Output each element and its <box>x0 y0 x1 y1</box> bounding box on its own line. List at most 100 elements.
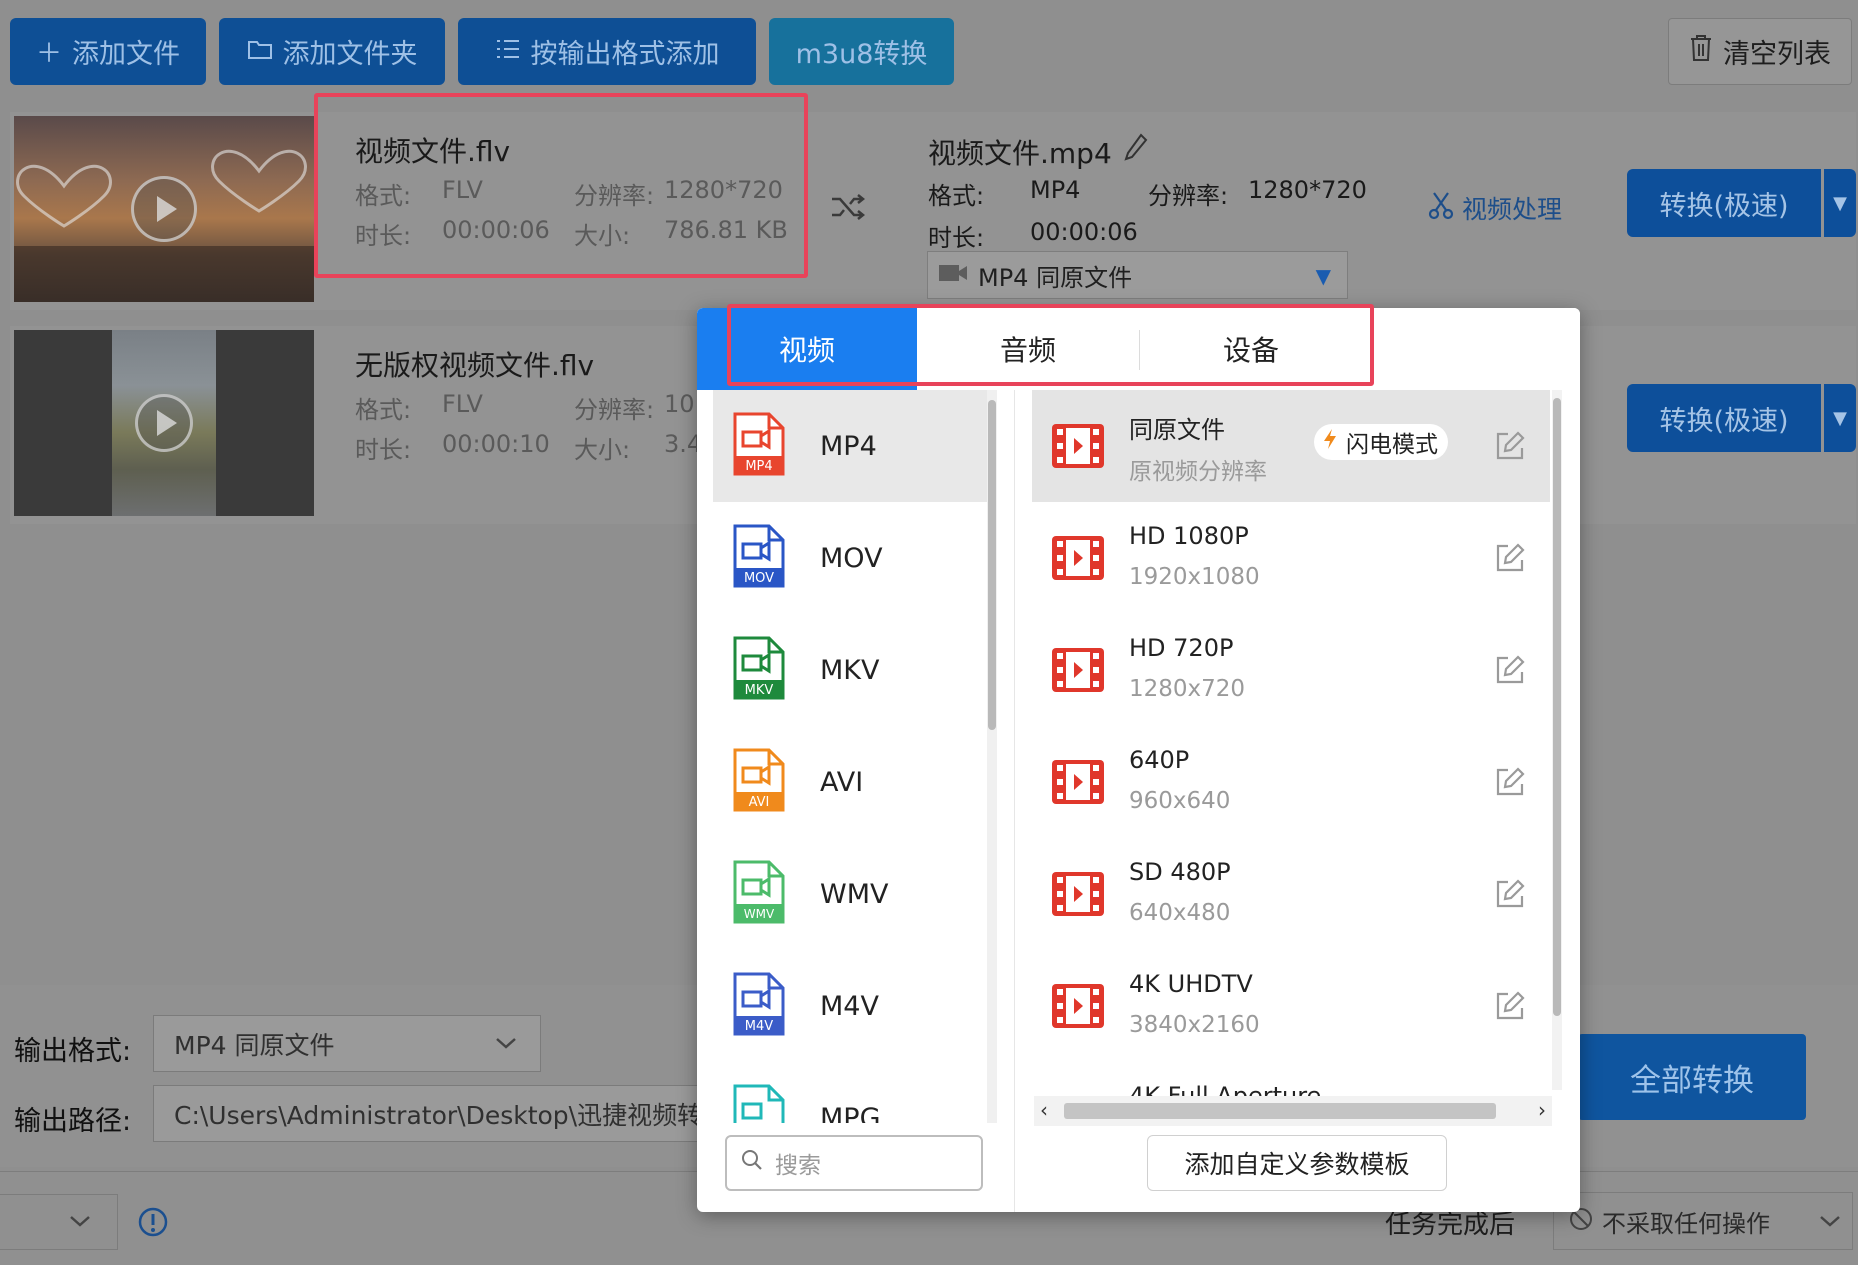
play-icon[interactable] <box>135 394 193 452</box>
play-icon[interactable] <box>131 176 197 242</box>
add-custom-template-button[interactable]: 添加自定义参数模板 <box>1147 1135 1447 1191</box>
scrollbar-thumb[interactable] <box>988 400 996 730</box>
preset-item[interactable]: 同原文件 原视频分辨率 闪电模式 <box>1032 390 1550 502</box>
file-name: 无版权视频文件.flv <box>355 349 595 382</box>
scroll-right-icon[interactable]: › <box>1538 1098 1546 1122</box>
format-item-m4v[interactable]: M4V M4V <box>713 950 987 1062</box>
video-process-button[interactable]: 视频处理 <box>1428 190 1562 226</box>
preset-item[interactable]: HD 1080P 1920x1080 <box>1032 502 1550 614</box>
add-folder-button[interactable]: 添加文件夹 <box>219 18 445 85</box>
highlight-format-tabs <box>727 304 1374 386</box>
preset-item[interactable]: HD 720P 1280x720 <box>1032 614 1550 726</box>
add-by-format-label: 按输出格式添加 <box>530 39 720 70</box>
add-file-button[interactable]: ＋ 添加文件 <box>10 18 206 85</box>
scroll-left-icon[interactable]: ‹ <box>1040 1098 1048 1122</box>
film-icon <box>1052 984 1104 1028</box>
output-preset-select[interactable]: MP4 同原文件 ▼ <box>927 251 1348 299</box>
preset-subtitle: 1920x1080 <box>1129 564 1260 590</box>
add-file-label: 添加文件 <box>72 39 180 70</box>
scissors-icon <box>1428 190 1454 226</box>
convert-button[interactable]: 转换(极速) <box>1627 169 1821 237</box>
preset-subtitle: 640x480 <box>1129 900 1231 926</box>
format-label: MPG <box>820 1102 881 1124</box>
caret-down-icon: ▼ <box>1833 407 1847 429</box>
add-by-format-button[interactable]: 按输出格式添加 <box>458 18 756 85</box>
format-list: MP4 MP4 MOV MOV MKV MKV AVI AVI WMV WMV … <box>713 390 987 1123</box>
after-task-value: 不采取任何操作 <box>1602 1209 1770 1238</box>
preset-item[interactable]: 4K UHDTV 3840x2160 <box>1032 950 1550 1062</box>
caret-down-icon: ▼ <box>1833 192 1847 214</box>
output-path-label: 输出路径: <box>14 1106 132 1137</box>
output-resolution-value: 1280*720 <box>1248 176 1367 204</box>
video-process-label: 视频处理 <box>1462 195 1563 224</box>
format-search-input[interactable]: 搜索 <box>725 1135 983 1191</box>
mkv-file-icon: MKV <box>733 636 785 700</box>
edit-icon[interactable] <box>1494 430 1526 462</box>
preset-title: HD 720P <box>1129 634 1234 662</box>
format-popup: 视频 音频 设备 MP4 MP4 MOV MOV MKV MKV AVI AVI… <box>697 308 1580 1212</box>
convert-label: 转换(极速) <box>1659 190 1789 222</box>
edit-name-icon[interactable] <box>1123 132 1149 166</box>
video-thumbnail[interactable] <box>14 330 314 516</box>
output-format-select[interactable]: MP4 同原文件 <box>153 1015 541 1072</box>
output-path-value: C:\Users\Administrator\Desktop\迅捷视频转换 <box>174 1100 713 1130</box>
scrollbar-thumb[interactable] <box>1064 1103 1496 1119</box>
film-icon <box>1052 760 1104 804</box>
convert-dropdown-button[interactable]: ▼ <box>1824 384 1856 452</box>
avi-badge-text: AVI <box>749 795 770 810</box>
preset-subtitle: 原视频分辨率 <box>1129 459 1267 485</box>
left-dropdown[interactable] <box>0 1194 118 1250</box>
preset-item[interactable]: SD 480P 640x480 <box>1032 838 1550 950</box>
plus-icon: ＋ <box>35 39 62 69</box>
convert-all-button[interactable]: 全部转换 <box>1578 1034 1806 1120</box>
info-icon[interactable] <box>137 1206 169 1242</box>
convert-button[interactable]: 转换(极速) <box>1627 384 1821 452</box>
caret-down-icon: ▼ <box>1315 264 1331 288</box>
edit-icon[interactable] <box>1494 654 1526 686</box>
preset-horizontal-scrollbar[interactable]: ‹ › <box>1034 1096 1552 1126</box>
format-item-mpg[interactable]: MPG <box>713 1062 987 1123</box>
scrollbar-thumb[interactable] <box>1553 398 1561 1016</box>
m4v-file-icon: M4V <box>733 972 785 1036</box>
preset-item[interactable]: 640P 960x640 <box>1032 726 1550 838</box>
format-item-avi[interactable]: AVI AVI <box>713 726 987 838</box>
clear-list-label: 清空列表 <box>1723 39 1831 70</box>
video-thumbnail[interactable] <box>14 116 314 302</box>
edit-icon[interactable] <box>1494 990 1526 1022</box>
convert-dropdown-button[interactable]: ▼ <box>1824 169 1856 237</box>
edit-icon[interactable] <box>1494 542 1526 574</box>
shuffle-icon <box>830 192 866 226</box>
search-icon <box>741 1149 763 1177</box>
preset-title: 640P <box>1129 746 1190 774</box>
format-label: M4V <box>820 990 879 1022</box>
mpg-file-icon <box>733 1084 785 1123</box>
edit-icon[interactable] <box>1494 878 1526 910</box>
mp4-badge-text: MP4 <box>745 459 772 474</box>
m3u8-label: m3u8转换 <box>795 39 928 70</box>
preset-title: HD 1080P <box>1129 522 1249 550</box>
add-folder-label: 添加文件夹 <box>282 39 418 70</box>
format-item-mov[interactable]: MOV MOV <box>713 502 987 614</box>
mkv-badge-text: MKV <box>745 683 774 698</box>
after-task-select[interactable]: 不采取任何操作 <box>1553 1192 1853 1250</box>
format-item-mkv[interactable]: MKV MKV <box>713 614 987 726</box>
output-path-field[interactable]: C:\Users\Administrator\Desktop\迅捷视频转换 <box>153 1085 713 1142</box>
format-item-mp4[interactable]: MP4 MP4 <box>713 390 987 502</box>
size-label: 大小: <box>574 436 631 464</box>
chevron-down-icon <box>1818 1213 1842 1233</box>
format-list-scrollbar[interactable] <box>987 390 997 1123</box>
clear-list-button[interactable]: 清空列表 <box>1668 18 1852 85</box>
chevron-down-icon <box>68 1213 92 1233</box>
format-label: MKV <box>820 654 880 686</box>
edit-icon[interactable] <box>1494 766 1526 798</box>
preset-list-scrollbar[interactable] <box>1552 390 1562 1090</box>
format-label: WMV <box>820 878 889 910</box>
format-item-wmv[interactable]: WMV WMV <box>713 838 987 950</box>
folder-icon <box>247 36 273 67</box>
resolution-label: 分辨率: <box>574 396 655 424</box>
format-label: MOV <box>820 542 883 574</box>
m3u8-convert-button[interactable]: m3u8转换 <box>769 18 954 85</box>
list-icon <box>495 36 521 67</box>
format-label: AVI <box>820 766 864 798</box>
mov-file-icon: MOV <box>733 524 785 588</box>
